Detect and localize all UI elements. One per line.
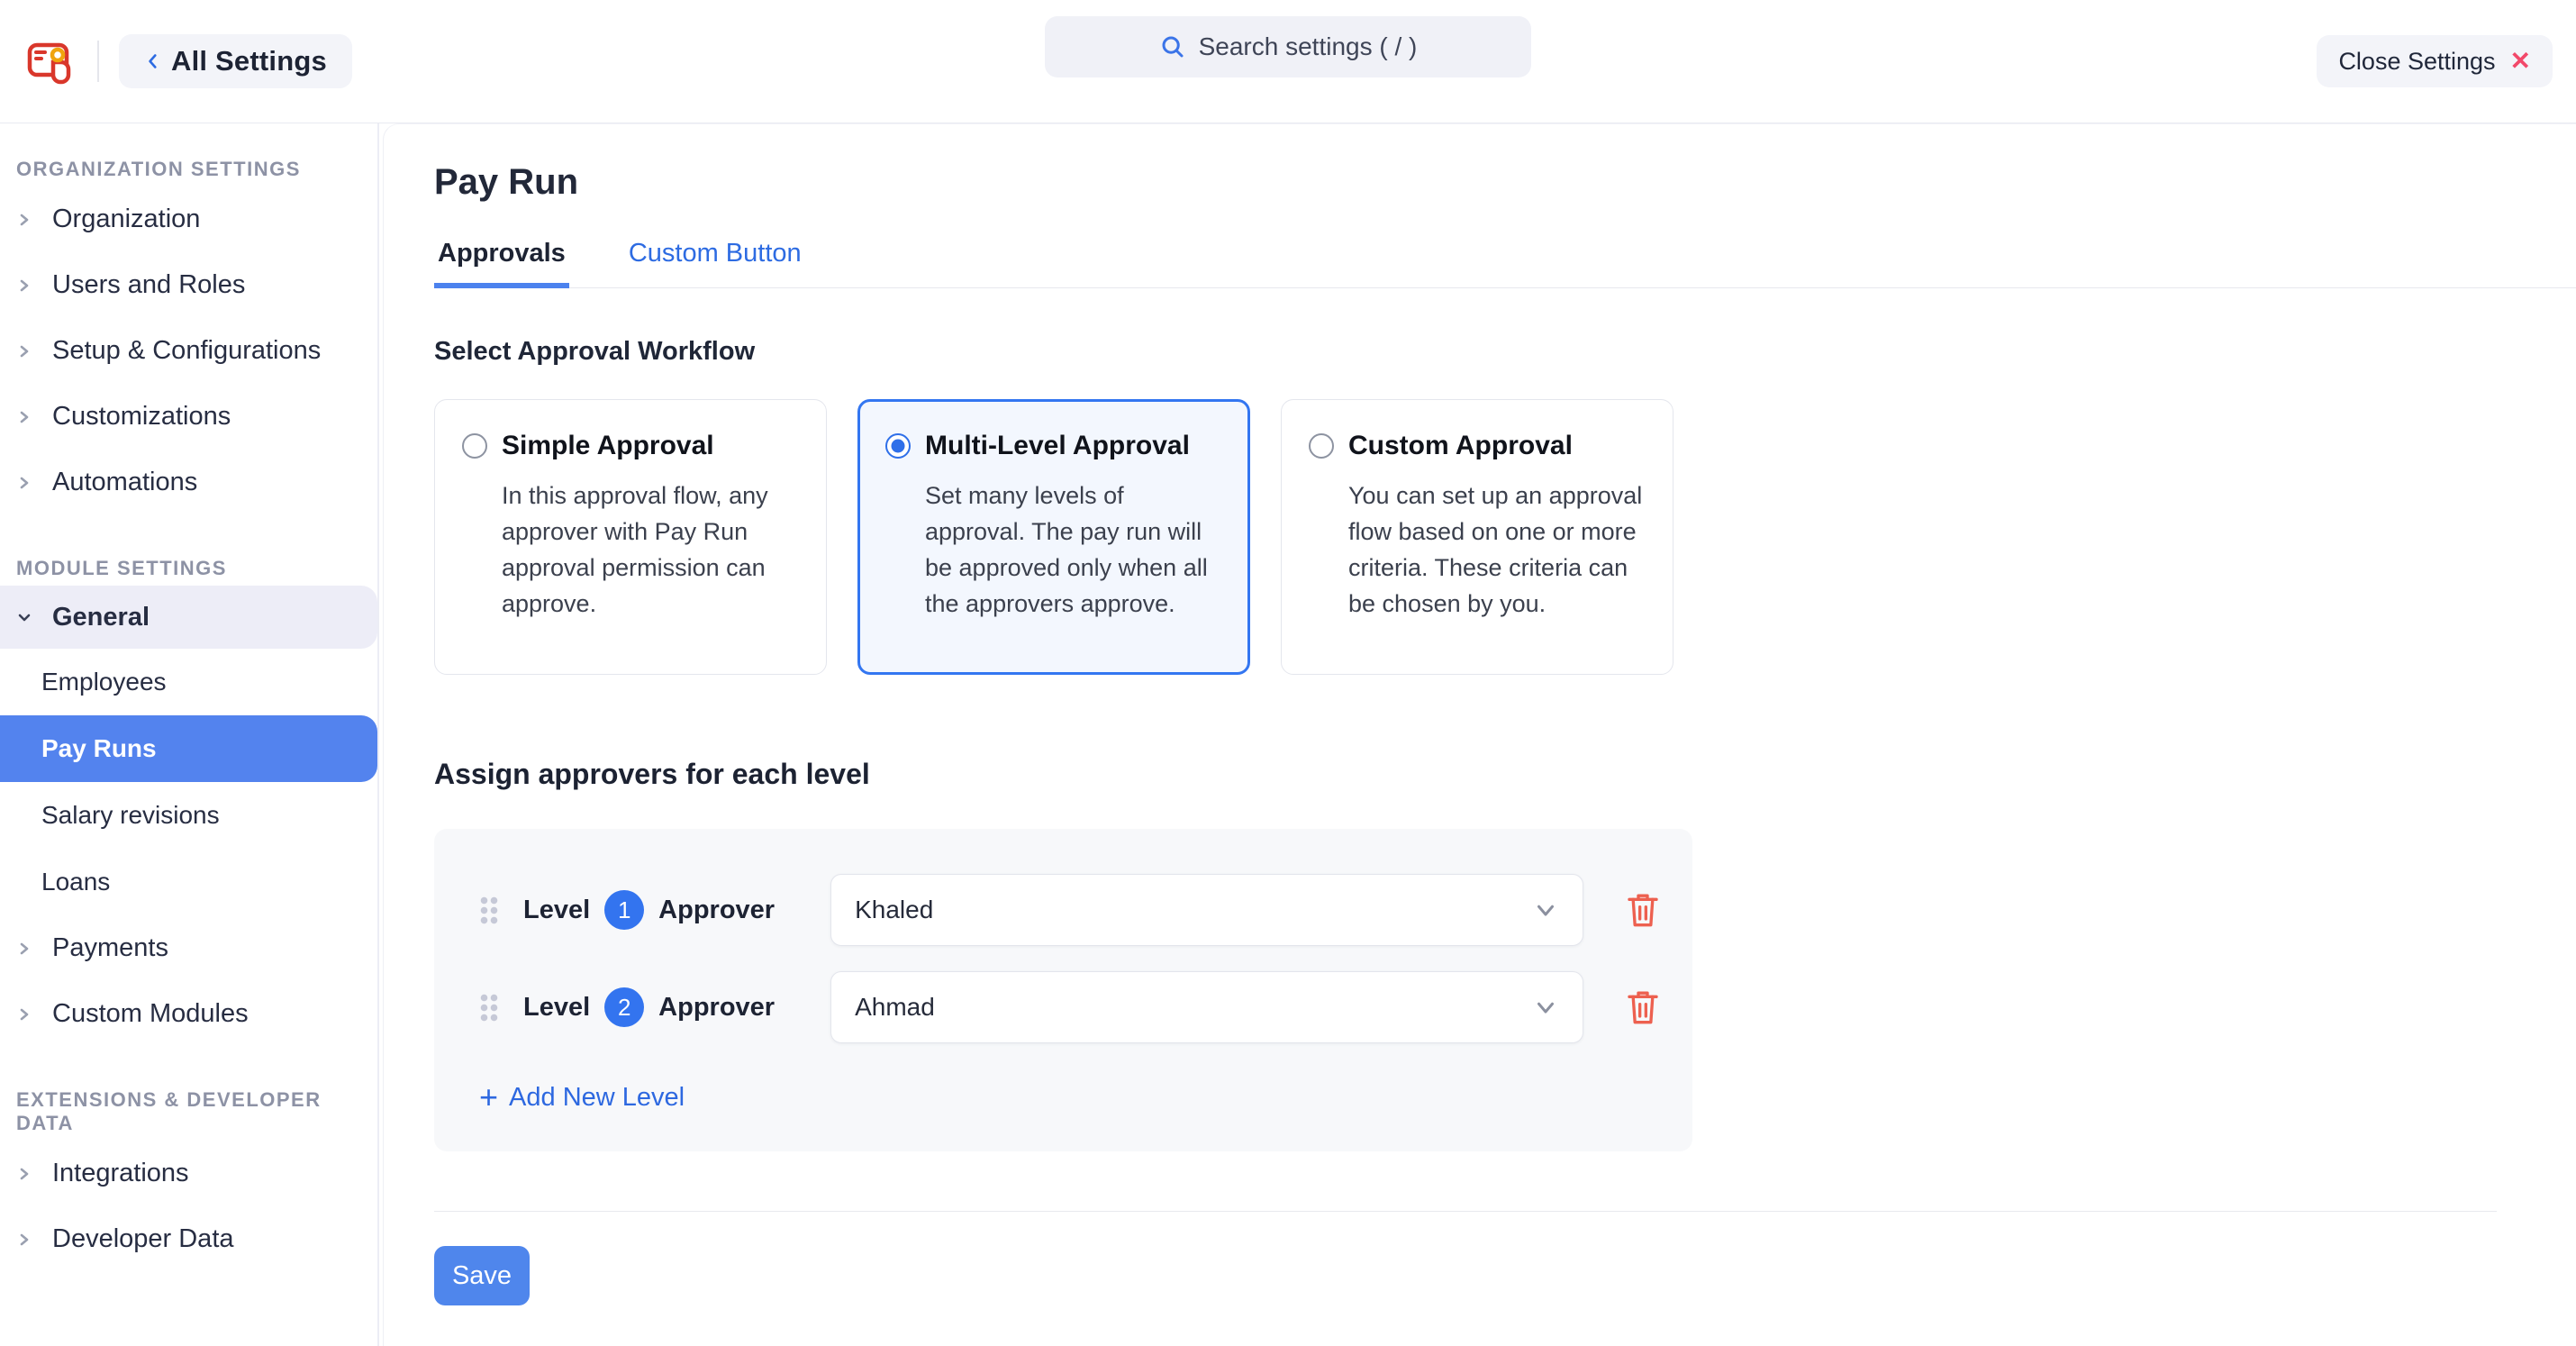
plus-icon: + [479, 1081, 498, 1114]
chevron-right-icon [16, 1232, 32, 1248]
approver-level-row-2: Level 2 Approver Ahmad [479, 971, 1692, 1043]
chevron-right-icon [16, 475, 32, 491]
drag-handle-icon[interactable] [479, 993, 498, 1022]
level-label: Level [523, 896, 590, 925]
approver-selected-value: Khaled [855, 896, 933, 924]
sidebar-item-loans[interactable]: Loans [0, 849, 377, 915]
settings-sidebar: ORGANIZATION SETTINGS Organization Users… [0, 123, 379, 1346]
sidebar-item-developer-data[interactable]: Developer Data [0, 1206, 377, 1272]
approver-select-level-1[interactable]: Khaled [830, 874, 1583, 946]
sidebar-item-employees[interactable]: Employees [0, 649, 377, 715]
close-settings-button[interactable]: Close Settings ✕ [2317, 35, 2553, 87]
workflow-option-custom-approval[interactable]: Custom Approval You can set up an approv… [1281, 399, 1673, 675]
back-chevron-icon [144, 53, 160, 69]
tab-custom-button[interactable]: Custom Button [625, 239, 805, 287]
all-settings-back-button[interactable]: All Settings [119, 34, 352, 88]
add-new-level-button[interactable]: + Add New Level [479, 1081, 685, 1114]
chevron-down-icon [1532, 896, 1559, 923]
chevron-right-icon [16, 1006, 32, 1023]
approver-select-level-2[interactable]: Ahmad [830, 971, 1583, 1043]
workflow-option-simple-approval[interactable]: Simple Approval In this approval flow, a… [434, 399, 827, 675]
chevron-right-icon [16, 941, 32, 957]
chevron-right-icon [16, 343, 32, 359]
chevron-right-icon [16, 409, 32, 425]
add-new-level-label: Add New Level [509, 1083, 685, 1113]
approver-label: Approver [658, 993, 775, 1023]
approver-label: Approver [658, 896, 775, 925]
close-settings-label: Close Settings [2338, 48, 2495, 76]
section-divider [434, 1211, 2497, 1212]
search-placeholder-text: Search settings ( / ) [1199, 32, 1418, 61]
workflow-option-description: You can set up an approval flow based on… [1348, 477, 1646, 622]
top-bar: All Settings Search settings ( / ) Close… [0, 0, 2576, 123]
approver-selected-value: Ahmad [855, 993, 935, 1022]
section-header-extensions-developer-data: EXTENSIONS & DEVELOPER DATA [0, 1088, 377, 1141]
approver-level-row-1: Level 1 Approver Khaled [479, 874, 1692, 946]
workflow-option-multi-level-approval[interactable]: Multi-Level Approval Set many levels of … [857, 399, 1250, 675]
delete-level-button[interactable] [1623, 986, 1663, 1029]
sidebar-item-organization[interactable]: Organization [0, 186, 377, 252]
chevron-right-icon [16, 212, 32, 228]
chevron-down-icon [1532, 994, 1559, 1021]
app-logo-icon [25, 35, 77, 87]
close-x-icon: ✕ [2510, 49, 2531, 74]
sidebar-item-integrations[interactable]: Integrations [0, 1141, 377, 1206]
section-spacer [0, 1047, 377, 1088]
sidebar-item-payments[interactable]: Payments [0, 915, 377, 981]
chevron-down-icon [16, 609, 32, 625]
workflow-option-description: Set many levels of approval. The pay run… [925, 477, 1222, 622]
chevron-right-icon [16, 277, 32, 294]
assign-approvers-heading: Assign approvers for each level [434, 758, 2576, 791]
back-button-label: All Settings [171, 45, 327, 77]
search-settings-input[interactable]: Search settings ( / ) [1045, 16, 1531, 77]
tab-bar: Approvals Custom Button [434, 239, 2576, 288]
workflow-heading: Select Approval Workflow [434, 337, 2576, 367]
search-icon [1159, 33, 1186, 60]
radio-unchecked-icon[interactable] [1309, 433, 1334, 459]
sidebar-item-setup-configurations[interactable]: Setup & Configurations [0, 318, 377, 384]
approver-levels-panel: Level 1 Approver Khaled Level [434, 829, 1692, 1151]
save-button[interactable]: Save [434, 1246, 530, 1305]
sidebar-item-general[interactable]: General [0, 586, 377, 649]
settings-app: All Settings Search settings ( / ) Close… [0, 0, 2576, 1346]
sidebar-item-customizations[interactable]: Customizations [0, 384, 377, 450]
pay-run-settings-panel: Pay Run Approvals Custom Button Select A… [383, 123, 2576, 1346]
delete-level-button[interactable] [1623, 888, 1663, 932]
level-label: Level [523, 993, 590, 1023]
topbar-divider [97, 41, 99, 82]
workflow-option-description: In this approval flow, any approver with… [502, 477, 799, 622]
sidebar-item-salary-revisions[interactable]: Salary revisions [0, 782, 377, 849]
trash-icon [1625, 987, 1661, 1027]
section-header-organization-settings: ORGANIZATION SETTINGS [0, 158, 377, 186]
radio-checked-icon[interactable] [885, 433, 911, 459]
page-title: Pay Run [434, 162, 2576, 203]
radio-unchecked-icon[interactable] [462, 433, 487, 459]
sidebar-item-automations[interactable]: Automations [0, 450, 377, 515]
tab-approvals[interactable]: Approvals [434, 239, 569, 288]
chevron-right-icon [16, 1166, 32, 1182]
level-number-badge: 1 [604, 890, 644, 930]
sidebar-item-pay-runs[interactable]: Pay Runs [0, 715, 377, 782]
drag-handle-icon[interactable] [479, 896, 498, 924]
level-number-badge: 2 [604, 987, 644, 1027]
workflow-options: Simple Approval In this approval flow, a… [434, 399, 2576, 675]
section-spacer [0, 515, 377, 557]
sidebar-item-users-and-roles[interactable]: Users and Roles [0, 252, 377, 318]
trash-icon [1625, 890, 1661, 930]
section-header-module-settings: MODULE SETTINGS [0, 557, 377, 586]
sidebar-item-custom-modules[interactable]: Custom Modules [0, 981, 377, 1047]
